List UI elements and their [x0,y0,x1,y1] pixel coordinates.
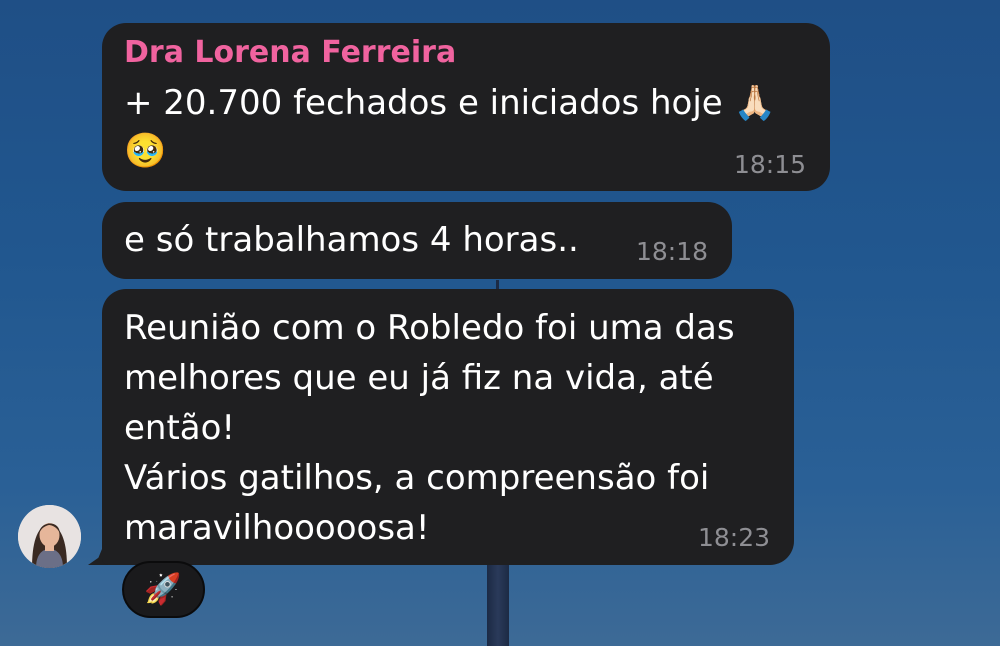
message-timestamp: 18:18 [635,237,708,266]
message-text-line: + 20.700 fechados e iniciados hoje [124,83,723,123]
message-text: e só trabalhamos 4 horas.. [124,220,579,260]
message-text-line: melhores que eu já fiz na vida, até [124,358,714,398]
sender-avatar[interactable] [18,505,81,568]
sender-name[interactable]: Dra Lorena Ferreira [124,35,456,70]
message-timestamp: 18:15 [733,150,806,179]
rocket-icon: 🚀 [144,572,182,607]
message-timestamp: 18:23 [697,523,770,552]
praying-hands-emoji: 🙏🏻 [733,83,776,123]
person-avatar-icon [18,505,81,568]
reaction-badge[interactable]: 🚀 [122,561,205,618]
message-bubble[interactable]: e só trabalhamos 4 horas.. 18:18 [102,202,732,279]
message-text-line: então! [124,408,236,448]
message-text-line: Reunião com o Robledo foi uma das [124,308,735,348]
message-text-line: maravilhooooosa! [124,508,430,548]
message-text-line: Vários gatilhos, a compreensão foi [124,458,710,498]
wallpaper-tower [487,565,509,646]
pleading-face-emoji: 🥹 [124,131,167,171]
message-bubble[interactable]: Reunião com o Robledo foi uma das melhor… [102,289,794,565]
message-text: + 20.700 fechados e iniciados hoje 🙏🏻 [124,78,776,128]
message-bubble[interactable]: Dra Lorena Ferreira + 20.700 fechados e … [102,23,830,191]
